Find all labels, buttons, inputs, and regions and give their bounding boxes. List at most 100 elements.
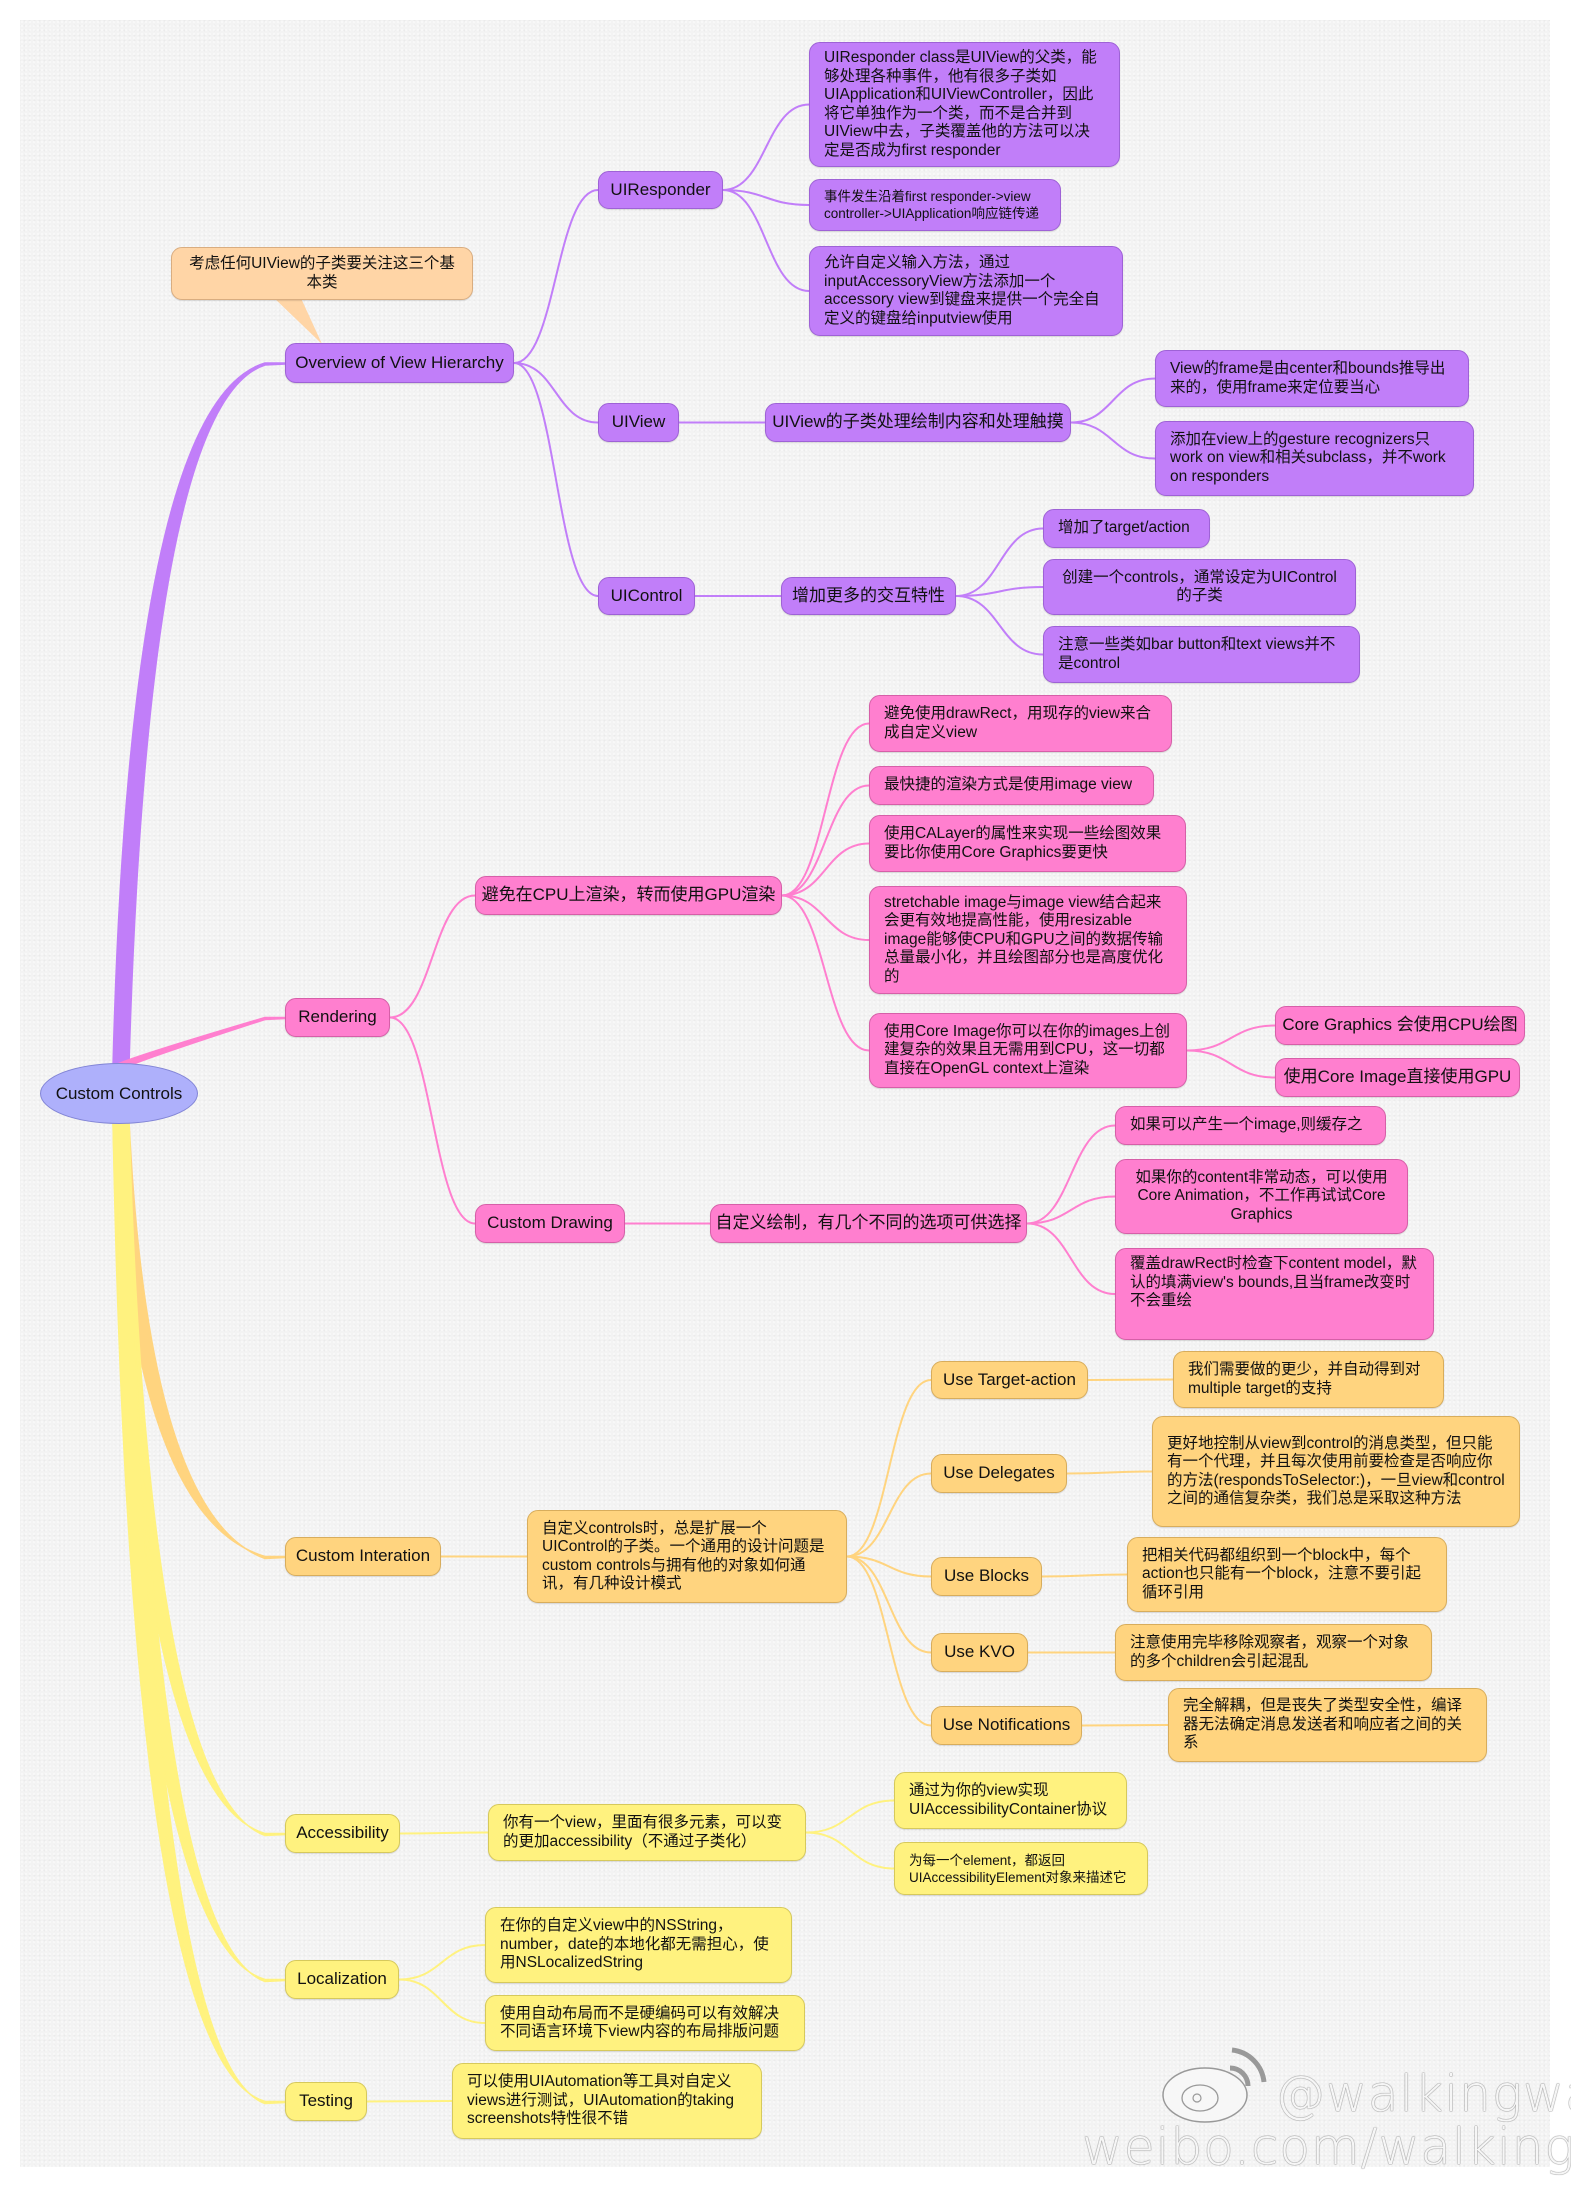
note-text: 使用Core Image直接使用GPU [1283,1067,1512,1087]
node-custom-drawing-description[interactable]: 自定义绘制，有几个不同的选项可供选择 [710,1204,1027,1243]
note-text: 允许自定义输入方法，通过inputAccessoryView方法添加一个acce… [824,254,1100,327]
note-target-action-support[interactable]: 我们需要做的更少，并自动得到对multiple target的支持 [1173,1351,1444,1408]
connector-n-loc-2 [398,1978,486,2024]
connector-n-cdraw [389,1016,476,1225]
watermark-handle: @walkingway [1275,2065,1571,2123]
node-use-blocks[interactable]: Use Blocks [931,1557,1042,1596]
note-text: 可以使用UIAutomation等工具对自定义views进行测试，UIAutom… [467,2073,735,2128]
note-text: 使用CALayer的属性来实现一些绘图效果要比你使用Core Graphics要… [884,825,1162,861]
note-avoid-drawrect[interactable]: 避免使用drawRect，用现存的view来合成自定义view [869,695,1172,752]
node-testing-description[interactable]: 可以使用UIAutomation等工具对自定义views进行测试，UIAutom… [452,2063,762,2139]
note-target-action[interactable]: 增加了target/action [1043,509,1210,548]
note-not-control[interactable]: 注意一些类如bar button和text views并不是control [1043,626,1360,683]
connector-n-p0 [846,1379,932,1558]
note-text: 如果可以产生一个image,则缓存之 [1130,1116,1363,1134]
node-label: Use Delegates [943,1463,1055,1483]
node-label: Rendering [298,1007,377,1027]
connector-n-test-desc [366,2100,453,2103]
note-frame-center-bounds[interactable]: View的frame是由center和bounds推导出来的，使用frame来定… [1155,350,1469,407]
note-stretchable-image[interactable]: stretchable image与image view结合起来会更有效地提高性… [869,886,1187,994]
node-custom-interation[interactable]: Custom Interation [285,1537,441,1576]
node-accessibility-description[interactable]: 你有一个view，里面有很多元素，可以变的更加accessibility（不通过… [488,1804,806,1861]
node-uicontrol[interactable]: UIControl [598,577,695,615]
weibo-logo-icon [1162,2047,1267,2123]
node-uiview-description[interactable]: UIView的子类处理绘制内容和处理触摸 [765,403,1071,442]
note-input-accessory-view[interactable]: 允许自定义输入方法，通过inputAccessoryView方法添加一个acce… [809,246,1123,336]
node-use-delegates[interactable]: Use Delegates [931,1454,1067,1493]
node-label: UIControl [610,585,683,605]
node-uiresponder[interactable]: UIResponder [598,171,723,209]
note-text: 避免使用drawRect，用现存的view来合成自定义view [884,705,1151,741]
trunk-rendering [112,1016,286,1067]
connector-n-p0n [1087,1378,1174,1381]
note-delegates[interactable]: 更好地控制从view到control的消息类型，但只能有一个代理，并且每次使用前… [1152,1416,1520,1527]
node-uiview[interactable]: UIView [598,403,679,442]
root-node[interactable]: Custom Controls [40,1063,198,1124]
note-text: 使用Core Image你可以在你的images上创建复杂的效果且无需用到CPU… [884,1022,1170,1077]
note-calayer-properties[interactable]: 使用CALayer的属性来实现一些绘图效果要比你使用Core Graphics要… [869,815,1186,872]
note-cache-image[interactable]: 如果可以产生一个image,则缓存之 [1115,1106,1386,1145]
note-core-image[interactable]: 使用Core Image你可以在你的images上创建复杂的效果且无需用到CPU… [869,1013,1187,1088]
connector-n-uiv-2 [1070,421,1156,460]
node-testing[interactable]: Testing [285,2082,367,2121]
node-localization[interactable]: Localization [285,1960,399,1999]
note-responder-chain[interactable]: 事件发生沿着first responder->view controller->… [809,179,1061,231]
note-nslocalizedstring[interactable]: 在你的自定义view中的NSString，number，date的本地化都无需担… [485,1907,792,1983]
node-use-target-action[interactable]: Use Target-action [931,1361,1088,1399]
note-text: 最快捷的渲染方式是使用image view [884,776,1133,794]
note-notifications[interactable]: 完全解耦，但是丧失了类型安全性，编译器无法确定消息发送者和响应者之间的关系 [1168,1688,1487,1762]
node-label: 增加更多的交互特性 [792,585,945,605]
node-uicontrol-description[interactable]: 增加更多的交互特性 [781,577,956,615]
note-auto-layout[interactable]: 使用自动布局而不是硬编码可以有效解决不同语言环境下view内容的布局排版问题 [485,1995,805,2051]
node-rendering[interactable]: Rendering [285,998,390,1037]
node-label: Use Blocks [943,1566,1030,1586]
node-label: 自定义绘制，有几个不同的选项可供选择 [715,1213,1022,1233]
note-uiresponder-parent-class[interactable]: UIResponder class是UIView的父类，能够处理各种事件，他有很… [809,42,1120,167]
node-accessibility[interactable]: Accessibility [285,1814,400,1853]
trunk-overview [112,362,286,1067]
note-accessibility-container[interactable]: 通过为你的view实现UIAccessibilityContainer协议 [894,1772,1127,1829]
note-core-image-gpu[interactable]: 使用Core Image直接使用GPU [1275,1058,1520,1097]
node-label: Accessibility [296,1823,389,1843]
connector-n-cd-3 [1026,1222,1116,1295]
connector-n-uiv-1 [1070,377,1156,424]
connector-n-p4n [1081,1724,1169,1727]
connector-n-p2n [1041,1573,1128,1578]
connector-n-gpu [389,894,476,1019]
note-blocks[interactable]: 把相关代码都组织到一个block中，每个action也只能有一个block，注意… [1127,1537,1447,1612]
note-accessibility-element[interactable]: 为每一个element，都返回UIAccessibilityElement对象来… [894,1842,1148,1895]
note-image-view-fastest[interactable]: 最快捷的渲染方式是使用image view [869,766,1154,805]
connector-n-uic-1 [955,527,1044,597]
note-core-graphics-cpu[interactable]: Core Graphics 会使用CPU绘图 [1275,1006,1525,1045]
callout-note[interactable]: 考虑任何UIView的子类要关注这三个基本类 [171,247,473,300]
node-avoid-cpu-use-gpu[interactable]: 避免在CPU上渲染，转而使用GPU渲染 [475,876,782,915]
connector-n-p1n [1066,1470,1153,1475]
note-text: 自定义controls时，总是扩展一个UIControl的子类。一个通用的设计问… [542,1519,825,1593]
node-custom-drawing[interactable]: Custom Drawing [475,1204,625,1243]
node-label: Custom Interation [295,1546,431,1566]
note-core-animation[interactable]: 如果你的content非常动态，可以使用Core Animation，不工作再试… [1115,1159,1408,1234]
node-label: 避免在CPU上渲染，转而使用GPU渲染 [481,885,776,905]
connector-n-uic-2 [955,586,1044,597]
note-subclass-uicontrol[interactable]: 创建一个controls，通常设定为UIControl的子类 [1043,559,1356,615]
connector-n-uicontrol [513,362,599,597]
connector-n-acc-1 [805,1799,895,1834]
connector-n-gpu-2 [781,784,870,897]
node-label: UIResponder [610,179,711,199]
node-label: Custom Drawing [487,1213,613,1233]
note-text: 在你的自定义view中的NSString，number，date的本地化都无需担… [500,1917,769,1972]
note-text: 覆盖drawRect时检查下content model，默认的填满view's … [1130,1255,1417,1309]
node-use-notifications[interactable]: Use Notifications [931,1706,1082,1745]
note-content-model[interactable]: 覆盖drawRect时检查下content model，默认的填满view's … [1115,1248,1434,1340]
note-gesture-recognizers[interactable]: 添加在view上的gesture recognizers只work on vie… [1155,421,1474,496]
connector-n-p4 [846,1555,932,1727]
node-overview-of-view-hierarchy[interactable]: Overview of View Hierarchy [285,343,514,383]
note-text: 使用自动布局而不是硬编码可以有效解决不同语言环境下view内容的布局排版问题 [500,2004,780,2041]
connector-n-uiresponder [513,189,599,364]
node-label: UIView的子类处理绘制内容和处理触摸 [772,412,1064,432]
node-custom-interation-description[interactable]: 自定义controls时，总是扩展一个UIControl的子类。一个通用的设计问… [527,1510,847,1603]
node-use-kvo[interactable]: Use KVO [931,1633,1028,1672]
note-kvo[interactable]: 注意使用完毕移除观察者，观察一个对象的多个children会引起混乱 [1115,1624,1432,1681]
note-text: 注意一些类如bar button和text views并不是control [1058,636,1336,672]
connector-n-loc-1 [398,1944,486,1981]
